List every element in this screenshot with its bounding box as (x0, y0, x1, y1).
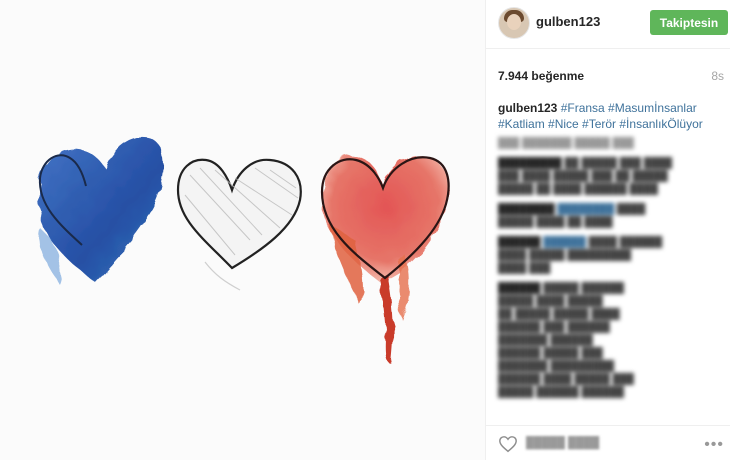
post-photo[interactable] (0, 0, 486, 460)
caption-username[interactable]: gulben123 (498, 101, 557, 115)
avatar-face (507, 14, 521, 30)
username[interactable]: gulben123 (536, 14, 600, 29)
red-heart (320, 155, 450, 363)
comment: ██████ ██████ ████ ██████ (498, 237, 663, 248)
avatar[interactable] (498, 7, 530, 39)
comment: █████████ ██ █████ ███ ████ (498, 158, 673, 169)
follow-button[interactable]: Takiptesin (650, 10, 728, 35)
post-footer: █████ ████ ••• (486, 425, 730, 461)
hearts-illustration (38, 136, 450, 363)
blue-heart (38, 136, 164, 285)
comment: ██████ █████ ██████ (498, 283, 625, 294)
post-sidebar: gulben123 Takiptesin 7.944 beğenme 8s gu… (486, 0, 730, 460)
post-time: 8s (711, 69, 724, 83)
caption-hashtags-2[interactable]: #Katliam #Nice #Terör #İnsanlıkÖlüyor (498, 117, 703, 131)
white-heart (176, 158, 302, 291)
heart-outline-icon[interactable] (498, 435, 518, 453)
caption: gulben123 #Fransa #Masumİnsanlar #Katlia… (498, 100, 720, 132)
caption-hashtags-1[interactable]: #Fransa #Masumİnsanlar (561, 101, 697, 115)
likes-count[interactable]: 7.944 beğenme (498, 69, 584, 83)
comment: ████████ ████████ ████ (498, 204, 646, 215)
post-header: gulben123 Takiptesin (486, 0, 730, 49)
comments-list: ███ ███████ █████ ███ █████████ ██ █████… (498, 138, 718, 400)
instagram-post: gulben123 Takiptesin 7.944 beğenme 8s gu… (0, 0, 730, 460)
add-comment-input[interactable]: █████ ████ (526, 437, 599, 449)
ellipsis-icon[interactable]: ••• (704, 436, 724, 454)
